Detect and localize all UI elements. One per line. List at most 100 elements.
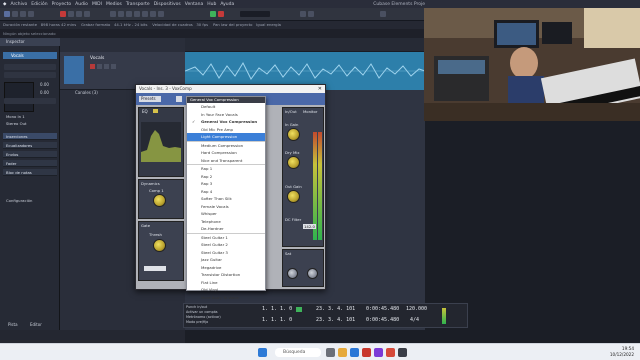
file-explorer-icon[interactable] (338, 348, 347, 357)
preset-item[interactable]: Medium Compression (187, 140, 265, 150)
inspector-section-notepad[interactable]: Bloc de notas (3, 169, 57, 176)
snap-button[interactable] (300, 11, 306, 17)
secondary-time-display[interactable]: 0:00:45.480 (366, 306, 399, 313)
eq-curve[interactable] (141, 122, 181, 162)
close-icon[interactable]: ✕ (318, 85, 322, 93)
track-mute-button[interactable] (90, 64, 95, 69)
preset-item[interactable]: Telephone (187, 218, 265, 226)
primary-time-display-2[interactable]: 23. 3. 4. 101 (316, 317, 355, 324)
read-automation-button[interactable] (76, 11, 82, 17)
volume-value[interactable]: 0.00 (40, 82, 49, 87)
inspector-fader-area[interactable] (4, 82, 34, 112)
preset-item[interactable]: Steel Guitar 2 (187, 241, 265, 249)
preset-item[interactable]: Hard Compression (187, 149, 265, 157)
cubase-icon[interactable] (398, 348, 407, 357)
tempo-display[interactable]: 120.000 (406, 306, 427, 313)
track-read-button[interactable] (104, 64, 109, 69)
inspector-configuration[interactable]: Configuración (6, 198, 32, 203)
timeline-ruler[interactable] (185, 38, 425, 52)
zoom-tool[interactable] (150, 11, 156, 17)
signature-display[interactable]: 4/4 (410, 317, 419, 324)
menu-hub[interactable]: Hub (207, 2, 216, 7)
track-solo-button[interactable] (97, 64, 102, 69)
windows-start-icon[interactable] (258, 348, 267, 357)
menu-edicion[interactable]: Edición (31, 2, 47, 7)
preset-item[interactable]: Steel Guitar 1 (187, 232, 265, 242)
inspector-track-name[interactable]: Vocals (3, 52, 57, 59)
mute-tool[interactable] (158, 11, 164, 17)
track-name[interactable]: Vocals (90, 56, 104, 61)
lower-zone-button[interactable] (20, 11, 26, 17)
preset-item[interactable]: Nice and Transparent (187, 157, 265, 165)
left-locator[interactable]: 1. 1. 1. 0 (262, 306, 292, 313)
track-write-button[interactable] (111, 64, 116, 69)
color-button[interactable] (380, 11, 386, 17)
app-icon[interactable] (362, 348, 371, 357)
preset-item[interactable]: Steel Guitar 3 (187, 249, 265, 257)
preset-item[interactable]: Old Vinyl (187, 286, 265, 294)
threshold-knob[interactable] (153, 239, 166, 252)
preset-item[interactable]: Rap 4 (187, 188, 265, 196)
preset-item[interactable]: Light Compression (187, 133, 265, 141)
inspector-tab[interactable]: Inspector (0, 38, 60, 46)
range-tool[interactable] (118, 11, 124, 17)
preset-item[interactable]: Jazz Guitar (187, 256, 265, 264)
erase-tool[interactable] (142, 11, 148, 17)
app-icon[interactable]: ◆ (3, 2, 6, 7)
preset-item[interactable]: Whisper (187, 210, 265, 218)
input-routing[interactable]: Mono In 1 (6, 114, 25, 119)
pointer-tool[interactable] (110, 11, 116, 17)
menu-medios[interactable]: Medios (106, 2, 122, 7)
out-gain-knob[interactable] (287, 190, 300, 203)
write-automation-button[interactable] (84, 11, 90, 17)
preset-item[interactable]: Rap 3 (187, 180, 265, 188)
quantize-button[interactable] (308, 11, 314, 17)
preset-item[interactable]: Rap 2 (187, 173, 265, 181)
taskbar-search[interactable]: Búsqueda (275, 348, 321, 357)
tab-track[interactable]: Pista (8, 322, 18, 327)
edge-icon[interactable] (350, 348, 359, 357)
sat-knob-2[interactable] (307, 268, 318, 279)
menu-ventana[interactable]: Ventana (185, 2, 203, 7)
eq-on-button[interactable] (153, 109, 158, 113)
secondary-time-display-2[interactable]: 0:00:45.480 (366, 317, 399, 324)
gate-value-field[interactable] (144, 266, 166, 271)
glue-tool[interactable] (134, 11, 140, 17)
play-button[interactable] (210, 11, 216, 17)
transport-play-icon[interactable] (296, 307, 302, 312)
record-button[interactable] (218, 11, 224, 17)
snap-selector[interactable] (240, 11, 270, 17)
solo-button[interactable] (68, 11, 74, 17)
menu-archivo[interactable]: Archivo (10, 2, 27, 7)
inspector-section-sends[interactable]: Envíos (3, 151, 57, 158)
in-gain-knob[interactable] (287, 128, 300, 141)
preset-item[interactable]: In Your Face Vocals (187, 111, 265, 119)
primary-time-display[interactable]: 23. 3. 4. 101 (316, 306, 355, 313)
split-tool[interactable] (126, 11, 132, 17)
inspector-buttons-row[interactable] (4, 98, 56, 104)
inspector-section-inserts[interactable]: Inserciones (3, 133, 57, 140)
menu-audio[interactable]: Audio (75, 2, 88, 7)
inspector-buttons-row[interactable] (4, 64, 56, 70)
frequency-value[interactable]: 142.0 (303, 224, 316, 229)
preset-item[interactable]: Default (187, 103, 265, 111)
app-icon[interactable] (374, 348, 383, 357)
menu-dispositivos[interactable]: Dispositivos (154, 2, 181, 7)
output-routing[interactable]: Stereo Out (6, 121, 26, 126)
left-zone-button[interactable] (12, 11, 18, 17)
plugin-title-bar[interactable]: Vocals - Ins. 3 - VoxComp ✕ (136, 85, 325, 93)
dry-mix-knob[interactable] (287, 156, 300, 169)
right-zone-button[interactable] (28, 11, 34, 17)
preset-item[interactable]: Transistor Distortion (187, 271, 265, 279)
app-icon[interactable] (386, 348, 395, 357)
presets-button[interactable]: Presets (139, 96, 161, 102)
tab-editor[interactable]: Editor (30, 322, 42, 327)
task-view-icon[interactable] (326, 348, 335, 357)
preset-item[interactable]: Rap 1 (187, 164, 265, 173)
preset-item[interactable]: Old Mic Pre Amp (187, 126, 265, 134)
transport-option[interactable]: Modo pre/fijo (186, 320, 236, 325)
sat-knob-1[interactable] (287, 268, 298, 279)
inspector-buttons-row[interactable] (4, 72, 56, 78)
inspector-section-eq[interactable]: Ecualizadores (3, 142, 57, 149)
pan-value[interactable]: 0.00 (40, 90, 49, 95)
